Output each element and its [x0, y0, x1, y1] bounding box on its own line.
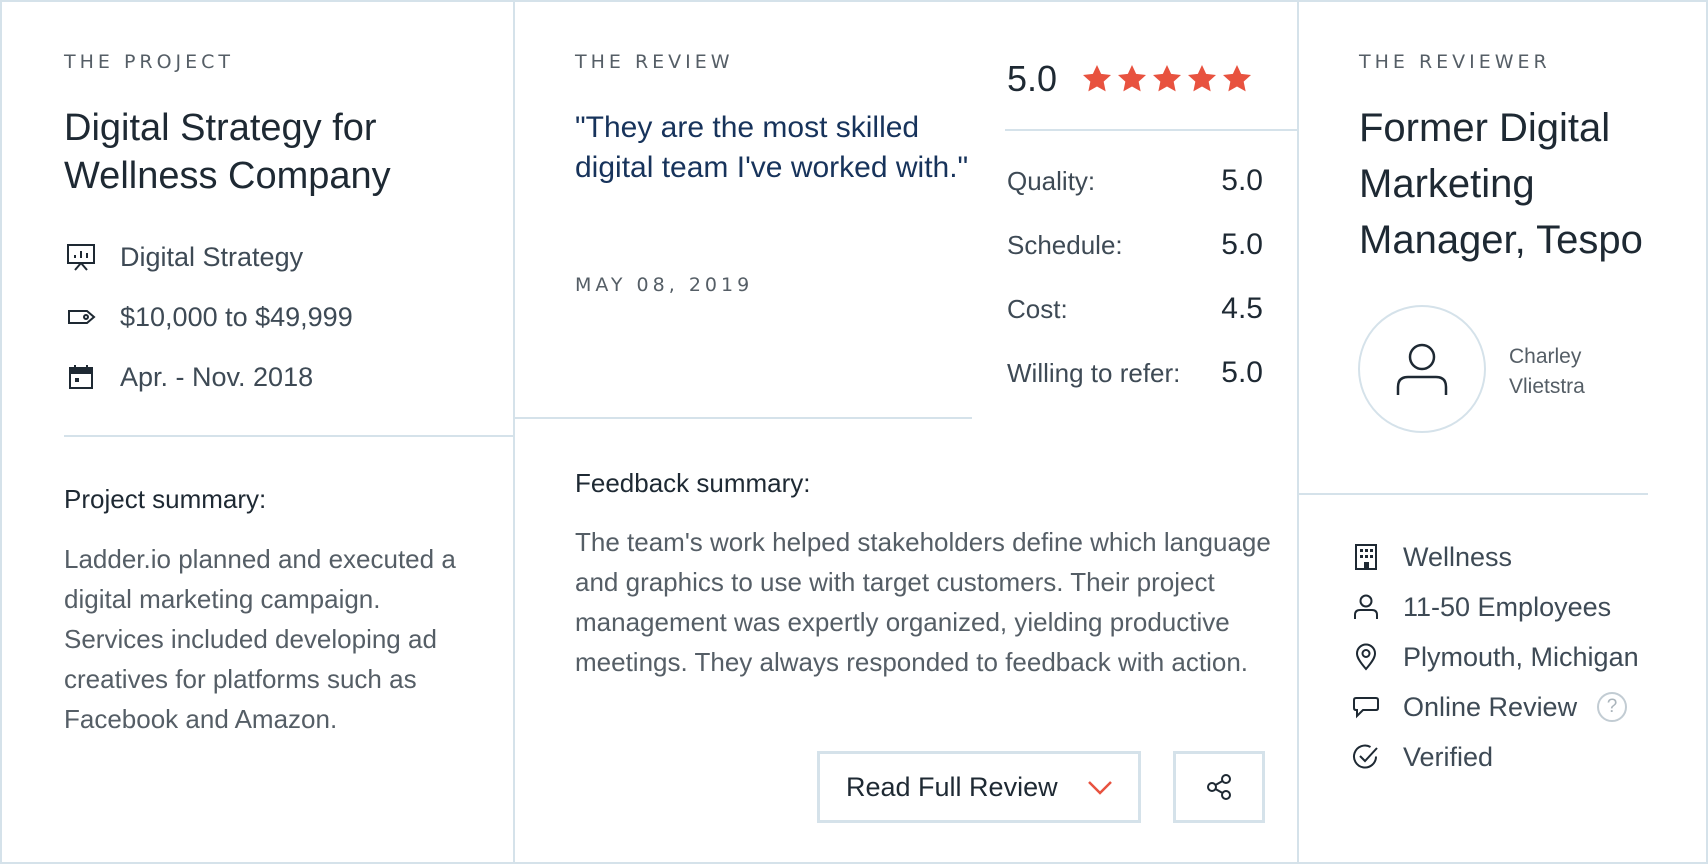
rating-value: 4.5	[1221, 292, 1263, 325]
rating-label: Cost:	[1007, 293, 1068, 324]
reviewer-name: Charley Vlietstra	[1509, 345, 1585, 398]
reviewer-title: Former Digital Marketing Manager, Tespo	[1359, 106, 1643, 262]
presentation-chart-icon	[64, 242, 98, 272]
rating-row-willing-to-refer: Willing to refer: 5.0	[1007, 356, 1263, 390]
project-service-row: Digital Strategy	[64, 242, 303, 272]
building-icon	[1351, 542, 1381, 572]
project-title: Digital Strategy for Wellness Company	[64, 107, 391, 197]
project-budget-row: $10,000 to $49,999	[64, 302, 353, 332]
reviewer-review-type-row: Online Review ?	[1351, 690, 1628, 724]
feedback-summary-text: The team's work helped stakeholders defi…	[575, 527, 1271, 677]
rating-row-schedule: Schedule: 5.0	[1007, 228, 1263, 262]
project-summary-text: Ladder.io planned and executed a digital…	[64, 544, 456, 734]
avatar	[1358, 305, 1486, 433]
reviewer-company-size-row: 11-50 Employees	[1351, 590, 1611, 624]
rating-value: 5.0	[1221, 228, 1263, 261]
review-date: MAY 08, 2019	[575, 274, 754, 296]
star-icon	[1118, 65, 1147, 92]
share-icon	[1207, 774, 1231, 800]
chevron-down-icon	[1088, 781, 1112, 795]
check-circle-icon	[1351, 742, 1381, 772]
reviewer-industry-row: Wellness	[1351, 540, 1512, 574]
feedback-summary-label: Feedback summary:	[575, 468, 811, 498]
overall-rating-value: 5.0	[1007, 58, 1058, 99]
reviewer-verified: Verified	[1403, 741, 1494, 772]
reviewer-review-type: Online Review	[1403, 691, 1578, 722]
reviewer-divider	[1299, 493, 1648, 495]
star-icon	[1083, 65, 1112, 92]
project-eyebrow: THE PROJECT	[64, 51, 235, 73]
project-divider	[64, 435, 513, 437]
star-icon	[1153, 65, 1182, 92]
review-eyebrow: THE REVIEW	[575, 51, 734, 73]
read-full-review-label: Read Full Review	[846, 771, 1058, 802]
project-dates-row: Apr. - Nov. 2018	[64, 362, 313, 392]
rating-label: Willing to refer:	[1007, 357, 1181, 388]
price-tag-icon	[64, 302, 98, 332]
share-button[interactable]	[1173, 751, 1265, 823]
read-full-review-button[interactable]: Read Full Review	[817, 751, 1141, 823]
user-icon	[1351, 592, 1381, 622]
review-card: THE PROJECT Digital Strategy for Wellnes…	[0, 0, 1708, 864]
reviewer-location-row: Plymouth, Michigan	[1351, 640, 1639, 674]
reviewer-eyebrow: THE REVIEWER	[1359, 51, 1551, 73]
rating-divider	[1005, 129, 1297, 131]
user-avatar-icon	[1396, 343, 1448, 395]
reviewer-location: Plymouth, Michigan	[1403, 641, 1639, 672]
rating-label: Schedule:	[1007, 229, 1123, 260]
overall-rating: 5.0	[1007, 58, 1256, 100]
star-icon	[1188, 65, 1217, 92]
rating-value: 5.0	[1221, 164, 1263, 197]
rating-label: Quality:	[1007, 165, 1096, 196]
rating-row-cost: Cost: 4.5	[1007, 292, 1263, 326]
column-divider	[513, 2, 515, 864]
review-divider	[515, 417, 972, 419]
chat-bubble-icon	[1351, 692, 1381, 722]
help-icon[interactable]: ?	[1597, 692, 1628, 722]
location-pin-icon	[1351, 642, 1381, 672]
star-icon	[1223, 65, 1252, 92]
reviewer-verified-row: Verified	[1351, 740, 1493, 774]
project-summary-label: Project summary:	[64, 484, 267, 514]
project-budget: $10,000 to $49,999	[120, 301, 353, 332]
rating-value: 5.0	[1221, 356, 1263, 389]
review-quote: "They are the most skilled digital team …	[575, 111, 969, 184]
calendar-icon	[64, 362, 98, 392]
project-dates: Apr. - Nov. 2018	[120, 361, 314, 392]
rating-row-quality: Quality: 5.0	[1007, 164, 1263, 198]
reviewer-company-size: 11-50 Employees	[1403, 591, 1612, 622]
project-service: Digital Strategy	[120, 241, 304, 272]
column-divider	[1297, 2, 1299, 864]
reviewer-industry: Wellness	[1403, 541, 1513, 572]
